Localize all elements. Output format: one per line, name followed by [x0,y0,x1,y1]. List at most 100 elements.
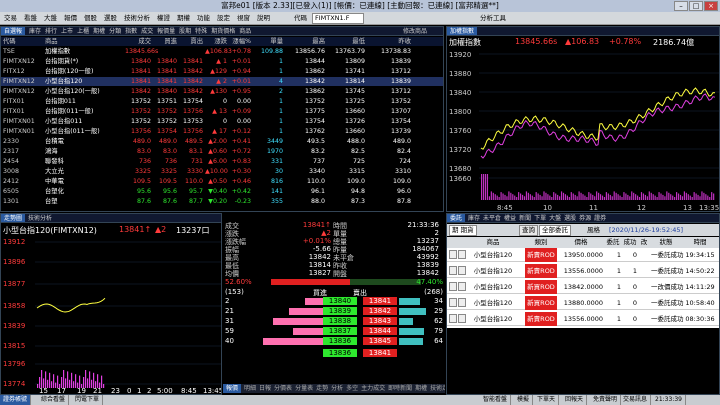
order-cancel-button[interactable] [458,314,466,323]
menu-item[interactable]: 設定 [217,14,230,22]
quote-row[interactable]: 2317 鴻海 83.0 83.0 83.1 ▲0.60 +0.72 1970 83.2 82.5… [1,147,443,156]
quote-row[interactable]: FITX01 台指期(011一般) 13752 13752 13756 ▲ 13 +0.09… [1,107,443,116]
quote-row[interactable]: FIMTXN12 小型台指120 13841 13841 13842 ▲ 2 +0.01 4 1… [1,77,443,86]
quote-tab[interactable]: 自選報 [1,27,26,35]
quote-tab[interactable]: 報價量 [157,28,175,35]
detail-tab[interactable]: 期權 [415,385,427,392]
order-cancel-button[interactable] [458,298,466,307]
menu-item[interactable]: 視窗 [237,14,250,22]
menu-item[interactable]: 看盤 [24,14,37,22]
detail-tab[interactable]: 技術走勢 [430,385,445,392]
orders-tab[interactable]: 選股 [564,215,576,222]
menu-item[interactable]: 說明 [257,14,270,22]
detail-tab[interactable]: 多空 [346,385,358,392]
wind-label[interactable]: 風格 [587,224,600,236]
menu-item[interactable]: 大盤 [44,14,57,22]
order-row[interactable]: 小型台指120 新賣ROD 13556.0000 1 1 一委託成功 14:50:22 [447,264,719,278]
quote-row[interactable]: 2330 台積電 489.0 489.0 489.5 ▲2.00 +0.41 3449 493.… [1,137,443,146]
quote-row[interactable]: 3008 大立光 3325 3325 3330 ▲10.00 +0.30 30 3340 3315… [1,167,443,176]
order-change-button[interactable] [449,298,457,307]
orders-tab[interactable]: 證券 [594,215,606,222]
quote-tab[interactable]: 股期 [179,28,191,35]
quote-row[interactable]: FIMTXN12 台指期貨(*) 13840 13840 13841 ▲ 1 +0.01 1 1… [1,57,443,66]
status-right-item[interactable]: 免責聲明 [590,395,622,405]
code-input[interactable]: FIMTXN1.F [312,13,364,24]
quote-row[interactable]: 2454 聯發科 736 736 731 ▲6.00 +0.83 331 737 725 724 [1,157,443,166]
analysis-menu[interactable]: 分析工具 [480,12,506,25]
quote-row[interactable]: 2412 中華電 109.5 109.5 110.0 ▲0.50 +0.46 816 110.0… [1,177,443,186]
quote-tab[interactable]: 排行 [45,28,57,35]
quote-row[interactable]: FITX01 台指期011 13752 13751 13754 0 0.00 1 13752 13… [1,97,443,106]
orders-tab[interactable]: 下單 [534,215,546,222]
order-row[interactable]: 小型台指120 新買ROD 13880.0000 1 0 一委託成功 10:58:40 [447,296,719,310]
order-cancel-button[interactable] [458,250,466,259]
detail-tab[interactable]: 分量表 [295,385,313,392]
orders-tab[interactable]: 未平倉 [483,215,501,222]
order-change-button[interactable] [449,314,457,323]
quote-row[interactable]: FIMTXN12 小型台指120(一般) 13842 13840 13842 ▲130 +0… [1,87,443,96]
menu-item[interactable]: 技術分析 [124,14,150,22]
orders-tab[interactable]: 大盤 [549,215,561,222]
detail-tab[interactable]: 明細 [244,385,256,392]
quote-tab[interactable]: 上櫃 [77,28,89,35]
maximize-icon[interactable]: □ [689,1,703,11]
order-cancel-button[interactable] [458,282,466,291]
quote-tab[interactable]: 分類 [109,28,121,35]
detail-tab[interactable]: 報價 [223,384,242,393]
quote-tab[interactable]: 商品 [239,28,251,35]
orders-tab[interactable]: 券源 [579,215,591,222]
menu-item[interactable]: 報價 [64,14,77,22]
quote-tab[interactable]: 指數 [125,28,137,35]
quote-tab[interactable]: 期貨價格 [211,28,235,35]
quote-row[interactable]: FIMTXN01 小型台指(011一般) 13756 13754 13756 ▲ 17 +0… [1,127,443,136]
quote-tab[interactable]: 成交 [141,28,153,35]
status-right-item[interactable]: 智能看盤 [480,395,512,405]
status-right-item[interactable]: 回報天 [562,395,588,405]
detail-tab[interactable]: 分析 [331,385,343,392]
orders-tab[interactable]: 權益 [504,215,516,222]
menu-item[interactable]: 權證 [157,14,170,22]
quote-tab[interactable]: 上市 [61,28,73,35]
query-button[interactable]: 查詢 [519,225,538,236]
orders-tab[interactable]: 庫存 [468,215,480,222]
range-select[interactable]: 全部委託 [539,225,571,236]
status-left-button[interactable]: 閃電下單 [72,395,104,405]
tab-index[interactable]: 加權指數 [447,27,478,35]
menu-item[interactable]: 交易 [4,14,17,22]
detail-tab[interactable]: 走勢 [316,385,328,392]
order-row[interactable]: 小型台指120 新賣ROD 13950.0000 1 0 一委託成功 19:34:15 [447,248,719,262]
menu-item[interactable]: 期權 [177,14,190,22]
edit-label[interactable]: 修改商品 [403,27,427,36]
order-cancel-button[interactable] [458,266,466,275]
status-right-item[interactable]: 模擬 [514,395,534,405]
order-change-button[interactable] [449,250,457,259]
quote-row[interactable]: 1301 台塑 87.6 87.6 87.7 ▼0.20 -0.23 355 88.0 87.3 8… [1,197,443,206]
quote-tab[interactable]: 特殊 [195,28,207,35]
quote-row[interactable]: TSE 加權指數 13845.66s ▲106.83 +0.78 109.88 13856.… [1,47,443,56]
status-right-item[interactable]: 下單天 [534,395,560,405]
order-row[interactable]: 小型台指120 新賣ROD 13556.0000 1 0 一委託成功 08:30:36 [447,312,719,326]
status-left-button[interactable]: 綜合看盤 [38,395,70,405]
status-left-button[interactable]: 證券帳號 [0,395,32,405]
tab-technical[interactable]: 技術分析 [28,215,52,222]
quote-row[interactable]: FIMTXN01 小型台指011 13752 13752 13753 0 0.00 1 1375… [1,117,443,126]
quote-row[interactable]: FITX12 台指期(120一般) 13841 13841 13842 ▲129 +0.94… [1,67,443,76]
quote-row[interactable]: 6505 台塑化 95.6 95.6 95.7 ▼0.40 +0.42 141 96.1 94.8… [1,187,443,196]
menu-item[interactable]: 個股 [84,14,97,22]
tab-trend[interactable]: 走勢圖 [1,214,26,222]
detail-tab[interactable]: 主力成交 [361,385,385,392]
quote-tab[interactable]: 期權 [93,28,105,35]
status-right-item[interactable]: 交易訊息 [620,395,652,405]
menu-item[interactable]: 功能 [197,14,210,22]
detail-tab[interactable]: 日報 [259,385,271,392]
detail-tab[interactable]: 即時新聞 [388,385,412,392]
menu-item[interactable]: 選股 [104,14,117,22]
detail-tab[interactable]: 分價表 [274,385,292,392]
order-change-button[interactable] [449,266,457,275]
close-icon[interactable]: × [704,1,718,11]
orders-tab[interactable]: 新聞 [519,215,531,222]
orders-tab[interactable]: 委託 [447,214,466,222]
minimize-icon[interactable]: – [674,1,688,11]
quote-tab[interactable]: 庫存 [29,28,41,35]
order-row[interactable]: 小型台指120 新買ROD 13842.0000 1 0 一改價成功 14:11:29 [447,280,719,294]
